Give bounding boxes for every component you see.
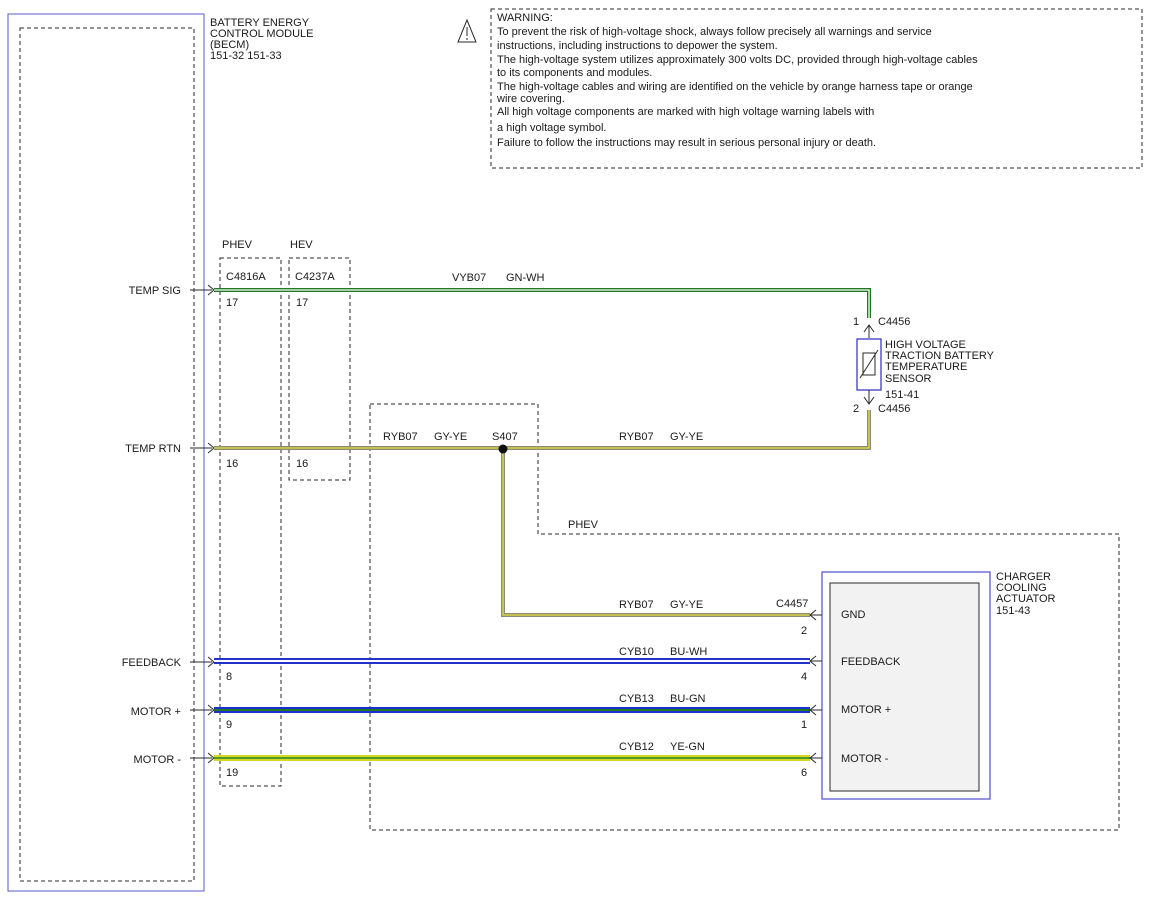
warning-line: The high-voltage system utilizes approxi… <box>497 54 978 66</box>
warning-line: To prevent the risk of high-voltage shoc… <box>497 26 932 38</box>
wires-layer <box>214 288 871 761</box>
signal-label-motor-minus: MOTOR - <box>134 754 182 766</box>
wire-color-label: BU-WH <box>670 646 707 658</box>
pin-arrow-icon <box>809 752 822 764</box>
connector-c4456-bottom-label: C4456 <box>878 403 910 415</box>
wire-circuit-label: CYB12 <box>619 741 654 753</box>
wire-circuit-label: RYB07 <box>383 431 418 443</box>
signal-label-temp-sig: TEMP SIG <box>129 285 181 297</box>
becm-title: BATTERY ENERGY CONTROL MODULE (BECM) 151… <box>210 17 314 62</box>
signal-label-motor-plus: MOTOR + <box>131 706 181 718</box>
warning-box: WARNING: To prevent the risk of high-vol… <box>457 8 1143 169</box>
sensor-title-line: TEMPERATURE <box>885 361 967 373</box>
actuator-pin-label-feedback: FEEDBACK <box>841 656 901 668</box>
splice-s407-dot[interactable] <box>498 444 508 454</box>
wire-vyb07-0[interactable] <box>214 288 871 318</box>
sensor-pin-number: 1 <box>853 316 859 328</box>
temperature-sensor[interactable] <box>856 324 882 405</box>
pin-number: 16 <box>296 458 308 470</box>
warning-title: WARNING: <box>497 12 553 24</box>
pin-arrow-icon <box>809 655 822 667</box>
wire-circuit-label: CYB10 <box>619 646 654 658</box>
signal-label-feedback: FEEDBACK <box>122 657 182 669</box>
warning-line: Failure to follow the instructions may r… <box>497 137 876 149</box>
connector-c4457-label: C4457 <box>776 598 808 610</box>
pin-arrow-icon <box>190 284 215 296</box>
actuator-title-line: ACTUATOR <box>996 593 1056 605</box>
sensor-title: HIGH VOLTAGE TRACTION BATTERY TEMPERATUR… <box>885 339 995 401</box>
pin-number: 17 <box>296 297 308 309</box>
wire-circuit-label: VYB07 <box>452 272 486 284</box>
wire-color-label: GY-YE <box>670 599 703 611</box>
actuator-pin-number: 1 <box>801 719 807 731</box>
warning-triangle-icon <box>457 18 477 43</box>
pin-arrow-icon <box>809 609 822 621</box>
connector-c4237a-label: C4237A <box>295 271 335 283</box>
actuator-pin-label-motor-minus: MOTOR - <box>841 753 889 765</box>
pin-number: 8 <box>226 671 232 683</box>
wire-color-label: GY-YE <box>434 431 467 443</box>
sensor-pin-number: 2 <box>853 403 859 415</box>
wire-circuit-label: CYB13 <box>619 693 654 705</box>
actuator-pin-number: 2 <box>801 625 807 637</box>
wiring-diagram: BATTERY ENERGY CONTROL MODULE (BECM) 151… <box>7 8 1143 892</box>
warning-line: The high-voltage cables and wiring are i… <box>497 81 973 93</box>
connector-c4816a-label: C4816A <box>226 271 266 283</box>
becm-pin-arrows <box>190 284 215 764</box>
wire-color-label: GY-YE <box>670 431 703 443</box>
wire-color-label: GN-WH <box>506 272 545 284</box>
actuator-title: CHARGER COOLING ACTUATOR 151-43 <box>996 571 1056 617</box>
warning-line: All high voltage components are marked w… <box>497 106 874 118</box>
warning-line: to its components and modules. <box>497 67 652 79</box>
pin-arrow-icon <box>190 704 215 716</box>
pin-number: 16 <box>226 458 238 470</box>
actuator-pin-arrows <box>809 609 822 764</box>
actuator-pin-number: 4 <box>801 671 807 683</box>
pin-number: 19 <box>226 767 238 779</box>
pin-number: 9 <box>226 719 232 731</box>
sensor-title-line: 151-41 <box>885 389 919 401</box>
hev-option-label: HEV <box>290 239 313 251</box>
sensor-title-line: SENSOR <box>885 373 932 385</box>
splice-s407-label: S407 <box>492 431 518 443</box>
warning-line: a high voltage symbol. <box>497 122 606 134</box>
connector-c4456-top-label: C4456 <box>878 316 910 328</box>
warning-line: wire covering. <box>496 93 565 105</box>
wire-color-label: YE-GN <box>670 741 705 753</box>
actuator-title-line: 151-43 <box>996 605 1030 617</box>
wire-circuit-label: RYB07 <box>619 599 654 611</box>
wire-ryb07-3[interactable] <box>501 448 810 617</box>
phev-connector-zone <box>219 257 282 787</box>
actuator-pin-number: 6 <box>801 767 807 779</box>
pin-arrow-icon <box>190 656 215 668</box>
actuator-pin-label-gnd: GND <box>841 609 866 621</box>
pin-arrow-icon <box>190 752 215 764</box>
warning-line: instructions, including instructions to … <box>497 40 778 52</box>
phev-zone-label: PHEV <box>568 519 599 531</box>
pin-arrow-icon <box>809 704 822 716</box>
actuator-pin-label-motor-plus: MOTOR + <box>841 704 891 716</box>
becm-title-line: 151-32 151-33 <box>210 50 282 62</box>
wire-color-label: BU-GN <box>670 693 706 705</box>
phev-option-label: PHEV <box>222 239 253 251</box>
pin-number: 17 <box>226 297 238 309</box>
wire-circuit-label: RYB07 <box>619 431 654 443</box>
signal-label-temp-rtn: TEMP RTN <box>125 443 181 455</box>
